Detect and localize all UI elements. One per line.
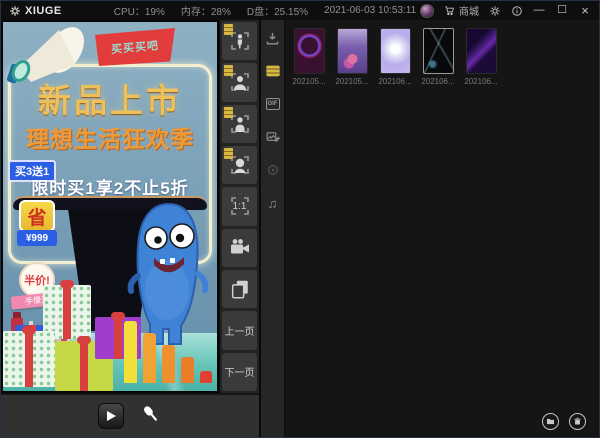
logo-gear-icon bbox=[8, 4, 21, 17]
thumbnail-label: 202106... bbox=[421, 77, 454, 86]
memory-stat: 内存：28% bbox=[181, 3, 231, 18]
shot-full-body-button[interactable] bbox=[222, 22, 257, 60]
gif-button[interactable]: GIF bbox=[264, 96, 282, 112]
gift-box bbox=[3, 331, 55, 387]
maximize-button[interactable]: ☐ bbox=[555, 5, 569, 16]
close-button[interactable]: × bbox=[578, 4, 592, 17]
ad-subtitle: 理想生活狂欢季 bbox=[3, 120, 217, 154]
download-button[interactable] bbox=[264, 30, 282, 46]
gif-label: GIF bbox=[266, 98, 280, 110]
ratio-1-1-button[interactable]: 1:1 bbox=[222, 187, 257, 225]
shot-bust-button[interactable] bbox=[222, 63, 257, 101]
thumbnail-label: 202106... bbox=[378, 77, 411, 86]
save-badge: 省 ¥999 bbox=[17, 200, 57, 246]
bar-decoration bbox=[124, 321, 212, 383]
thumbnail-label: 202105... bbox=[335, 77, 368, 86]
camera-button[interactable] bbox=[222, 229, 257, 267]
video-camera-icon bbox=[228, 236, 252, 260]
copy-page-button[interactable] bbox=[222, 270, 257, 308]
video-thumbnail-selected[interactable]: 202106... bbox=[422, 28, 454, 86]
play-button[interactable] bbox=[98, 403, 124, 429]
mall-button[interactable]: 商城 bbox=[443, 3, 479, 18]
user-avatar[interactable] bbox=[420, 4, 434, 18]
prev-page-button[interactable]: 上一页 bbox=[222, 311, 257, 349]
minimize-button[interactable]: — bbox=[532, 5, 546, 16]
media-toolbar: GIF ♫ bbox=[259, 20, 285, 437]
left-panel: 买买买吧 新品上市 理想生活狂欢季 买3送1 限时买1享2不止5折 省 ¥999 bbox=[1, 20, 259, 437]
thumbnail-label: 202106... bbox=[464, 77, 497, 86]
next-page-label: 下一页 bbox=[225, 364, 255, 379]
video-thumbnail[interactable]: 202105... bbox=[336, 28, 368, 86]
playback-strip bbox=[1, 393, 259, 437]
app-title: XIUGE bbox=[25, 5, 62, 17]
open-folder-button[interactable] bbox=[542, 413, 559, 430]
settings-gear-icon[interactable] bbox=[488, 4, 501, 17]
ad-title: 新品上市 bbox=[3, 74, 217, 122]
template-badge-icon bbox=[224, 24, 233, 35]
shot-closeup-button[interactable] bbox=[222, 146, 257, 184]
image-edit-button[interactable] bbox=[264, 129, 282, 145]
thumbnail-image bbox=[337, 28, 368, 74]
media-library: 202105... 202105... 202106... 202106... … bbox=[285, 20, 599, 437]
thumbnail-image bbox=[466, 28, 497, 74]
clock: 2021-06-03 10:53:11 bbox=[324, 5, 416, 16]
template-badge-icon bbox=[224, 65, 233, 76]
microphone-icon bbox=[139, 402, 163, 426]
app-window: XIUGE CPU：19% 内存：28% D盘：25.15% 2021-06-0… bbox=[0, 0, 600, 438]
save-badge-price: ¥999 bbox=[17, 230, 57, 246]
video-thumbnail[interactable]: 202105... bbox=[293, 28, 325, 86]
corner-frame-icon bbox=[228, 194, 252, 218]
app-logo: XIUGE bbox=[8, 4, 62, 17]
preview-canvas[interactable]: 买买买吧 新品上市 理想生活狂欢季 买3送1 限时买1享2不止5折 省 ¥999 bbox=[1, 20, 219, 393]
titlebar: XIUGE CPU：19% 内存：28% D盘：25.15% 2021-06-0… bbox=[1, 1, 599, 20]
bar bbox=[162, 345, 175, 383]
thumbnail-image bbox=[380, 28, 411, 74]
video-thumbnail[interactable]: 202106... bbox=[465, 28, 497, 86]
thumbnail-row: 202105... 202105... 202106... 202106... … bbox=[293, 28, 497, 86]
thumbnail-image bbox=[423, 28, 454, 74]
system-stats: CPU：19% 内存：28% D盘：25.15% bbox=[114, 3, 308, 18]
mall-label: 商城 bbox=[459, 3, 479, 18]
cpu-stat: CPU：19% bbox=[114, 3, 165, 18]
bar bbox=[143, 333, 156, 383]
flag-text: 买买买吧 bbox=[110, 37, 159, 57]
music-note-icon: ♫ bbox=[268, 197, 278, 210]
microphone-button[interactable] bbox=[139, 402, 163, 431]
info-icon[interactable] bbox=[510, 4, 523, 17]
template-badge-icon bbox=[224, 107, 233, 118]
bar bbox=[181, 357, 194, 383]
library-actions bbox=[542, 413, 586, 430]
copy-icon bbox=[229, 278, 251, 300]
delete-button[interactable] bbox=[569, 413, 586, 430]
save-badge-label: 省 bbox=[19, 200, 55, 232]
shot-panel: 1:1 bbox=[219, 20, 259, 393]
music-button[interactable]: ♫ bbox=[264, 195, 282, 211]
cart-icon bbox=[443, 4, 456, 17]
folder-icon bbox=[546, 417, 555, 426]
trash-icon bbox=[573, 417, 582, 426]
gift-boxes bbox=[3, 277, 143, 391]
video-frames-button-selected[interactable] bbox=[264, 63, 282, 79]
next-page-button[interactable]: 下一页 bbox=[222, 353, 257, 391]
shot-half-body-button[interactable] bbox=[222, 105, 257, 143]
prev-page-label: 上一页 bbox=[225, 323, 255, 338]
disc-button[interactable] bbox=[264, 162, 282, 178]
thumbnail-image bbox=[294, 28, 325, 74]
bar bbox=[200, 371, 212, 383]
flag-banner: 买买买吧 bbox=[95, 28, 175, 66]
play-icon bbox=[107, 411, 116, 421]
video-thumbnail[interactable]: 202106... bbox=[379, 28, 411, 86]
thumbnail-label: 202105... bbox=[292, 77, 325, 86]
bar bbox=[124, 321, 137, 383]
disk-stat: D盘：25.15% bbox=[247, 3, 308, 18]
template-badge-icon bbox=[224, 148, 233, 159]
